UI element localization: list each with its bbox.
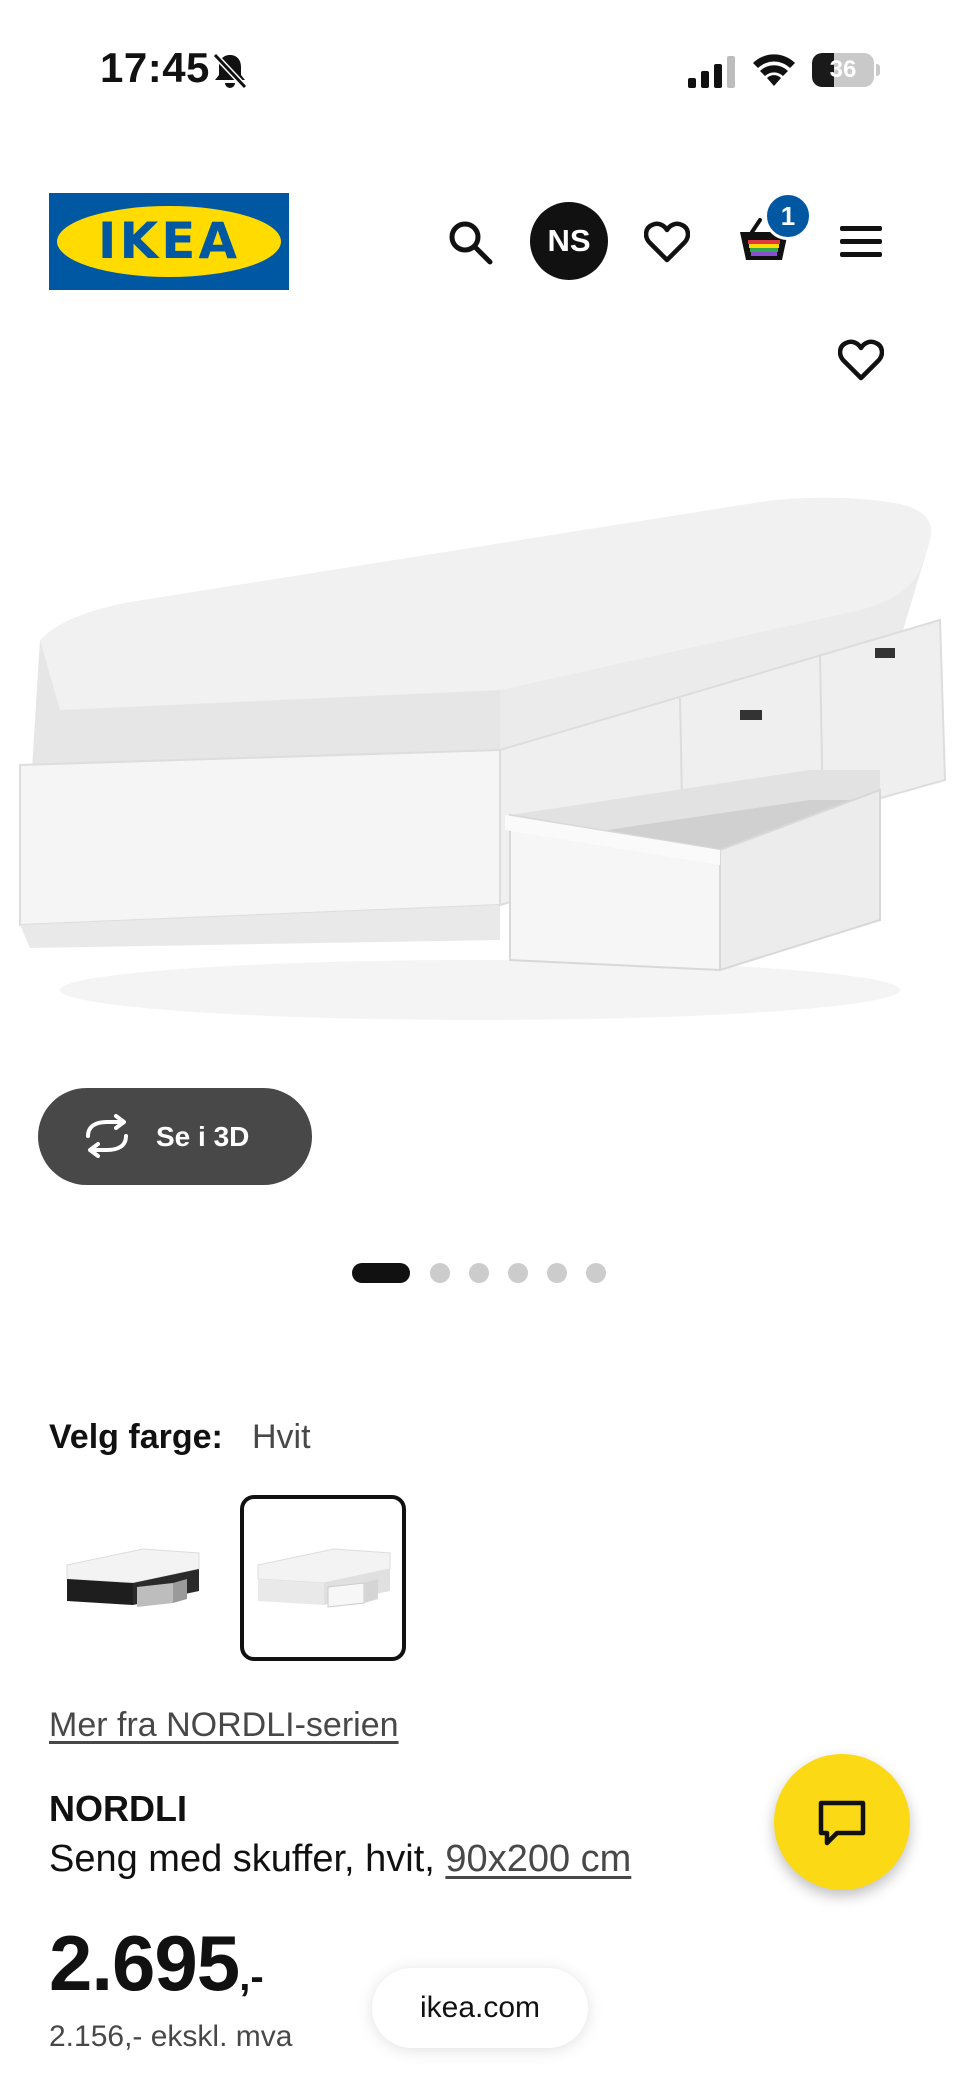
selected-color: Hvit: [252, 1418, 311, 1456]
color-label: Velg farge:: [49, 1418, 223, 1456]
carousel-dot[interactable]: [508, 1263, 528, 1283]
chat-icon: [818, 1800, 866, 1846]
price-amount: 2.695: [49, 1919, 240, 2007]
color-option-white[interactable]: [240, 1495, 406, 1661]
cart-count-badge: 1: [764, 192, 812, 240]
series-link[interactable]: Mer fra NORDLI-serien: [49, 1706, 399, 1745]
black-bed-thumbnail: [66, 1548, 200, 1607]
price-excl-vat: 2.156,- ekskl. mva: [49, 2020, 293, 2053]
avatar[interactable]: NS: [530, 202, 608, 280]
white-bed-thumbnail: [257, 1548, 391, 1608]
chat-button[interactable]: [774, 1754, 910, 1890]
heart-icon[interactable]: [644, 220, 690, 264]
add-to-favorites-icon[interactable]: [838, 338, 884, 382]
logo-text: IKEA: [97, 212, 241, 270]
menu-icon[interactable]: [840, 224, 882, 260]
carousel-dot[interactable]: [352, 1263, 410, 1283]
price: 2.695,-: [49, 1918, 264, 2009]
carousel-dot[interactable]: [547, 1263, 567, 1283]
ikea-logo[interactable]: IKEA: [49, 193, 289, 290]
browser-url-bar[interactable]: ikea.com: [372, 1968, 588, 2048]
price-suffix: ,-: [239, 1955, 264, 1999]
carousel-dot[interactable]: [430, 1263, 450, 1283]
view-in-3d-label: Se i 3D: [156, 1121, 250, 1152]
signal-icon: [688, 56, 735, 88]
product-size-link[interactable]: 90x200 cm: [445, 1838, 631, 1880]
carousel-dot[interactable]: [469, 1263, 489, 1283]
product-description: Seng med skuffer, hvit, 90x200 cm: [49, 1838, 631, 1881]
carousel-dot[interactable]: [586, 1263, 606, 1283]
wifi-icon: [753, 54, 795, 86]
product-description-text: Seng med skuffer, hvit,: [49, 1838, 435, 1880]
product-name: NORDLI: [49, 1788, 187, 1829]
rotate-3d-icon: [86, 1114, 128, 1158]
product-image[interactable]: [0, 470, 960, 1030]
status-time: 17:45: [100, 44, 210, 91]
battery-percent: 36: [829, 56, 857, 83]
view-in-3d-button[interactable]: Se i 3D: [38, 1088, 312, 1185]
search-icon[interactable]: [446, 218, 494, 266]
battery-icon: 36: [812, 53, 880, 87]
bell-slash-icon: [212, 52, 248, 90]
color-option-black[interactable]: [49, 1495, 215, 1661]
